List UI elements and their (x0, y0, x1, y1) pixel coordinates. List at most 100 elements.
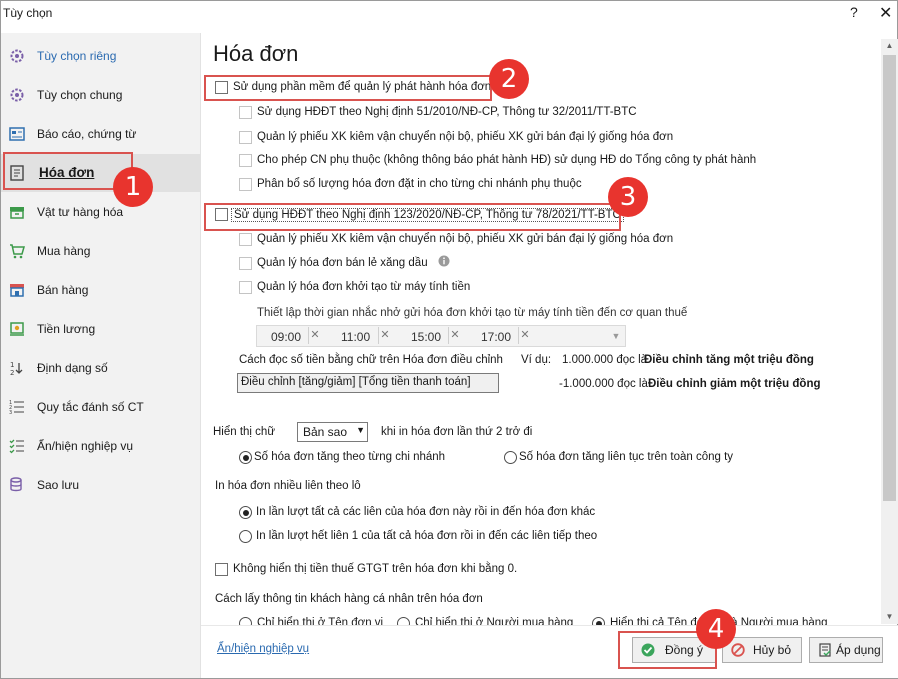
sidebar-item-label: Quy tắc đánh số CT (37, 400, 144, 414)
title-bar: Tùy chọn ? ✕ (1, 1, 898, 31)
customer-info-label: Cách lấy thông tin khách hàng cá nhân tr… (215, 593, 483, 605)
vertical-scrollbar[interactable]: ▲ ▼ (881, 39, 898, 624)
remove-time-icon[interactable]: ✕ (378, 327, 391, 344)
checklist-icon (9, 439, 24, 454)
read-amount-label: Cách đọc số tiền bằng chữ trên Hóa đơn đ… (239, 354, 503, 366)
print-option-1-label: In lần lượt tất cả các liên của hóa đơn … (256, 506, 596, 518)
sidebar-item-label: Ẩn/hiện nghiệp vụ (37, 439, 134, 453)
radio-print-option-1[interactable] (239, 506, 252, 519)
apply-doc-icon (819, 643, 831, 657)
time-tag: 09:00 (271, 330, 302, 344)
example-1-number: 1.000.000 đọc là (562, 354, 648, 366)
window-title: Tùy chọn (3, 6, 53, 20)
gear-icon (10, 49, 24, 63)
nd51-label: Sử dụng HĐĐT theo Nghị định 51/2010/NĐ-C… (257, 106, 637, 118)
radio-branch-label: Số hóa đơn tăng theo từng chi nhánh (254, 451, 446, 463)
sidebar-item-tuy-chon-rieng[interactable]: Tùy chọn riêng (1, 37, 201, 75)
reminder-times-box[interactable]: 09:00 ✕ 11:00 ✕ 15:00 ✕ 17:00 ✕ ▼ (256, 325, 626, 347)
list-number-icon: 123 (9, 400, 24, 415)
sidebar-item-an-hien-nghiep-vu[interactable]: Ẩn/hiện nghiệp vụ (1, 427, 201, 465)
remove-time-icon[interactable]: ✕ (448, 327, 461, 344)
sidebar-item-label: Tùy chọn chung (37, 88, 123, 102)
sidebar-item-vat-tu-hang-hoa[interactable]: Vật tư hàng hóa (1, 193, 201, 231)
apply-button[interactable]: Áp dụng (809, 637, 883, 663)
chevron-down-icon[interactable]: ▼ (608, 327, 624, 345)
scroll-down-icon[interactable]: ▼ (881, 610, 898, 624)
vat-hide-label: Không hiển thị tiền thuế GTGT trên hóa đ… (233, 563, 518, 575)
fuel-invoice-label: Quản lý hóa đơn bán lẻ xăng dầu (257, 257, 428, 269)
sidebar-item-tien-luong[interactable]: Tiền lương (1, 310, 201, 348)
radio-company-numbering[interactable] (504, 451, 517, 464)
radio-company-label: Số hóa đơn tăng liên tục trên toàn công … (519, 451, 734, 463)
svg-text:1: 1 (10, 361, 14, 369)
sidebar-item-label: Tùy chọn riêng (37, 49, 117, 63)
print-option-2-label: In lần lượt hết liên 1 của tất cả hóa đơ… (256, 530, 598, 542)
page-title: Hóa đơn (213, 41, 299, 66)
step-badge-2: 2 (489, 59, 529, 99)
svg-text:3: 3 (9, 410, 12, 415)
pos-invoice-label: Quản lý hóa đơn khởi tạo từ máy tính tiề… (257, 281, 471, 293)
chevron-down-icon: ▼ (356, 425, 365, 435)
sidebar-item-tuy-chon-chung[interactable]: Tùy chọn chung (1, 76, 201, 114)
sidebar-item-ban-hang[interactable]: Bán hàng (1, 271, 201, 309)
example-2-text: Điều chỉnh giảm một triệu đồng (648, 378, 821, 390)
sidebar-item-label: Bán hàng (37, 283, 89, 297)
sidebar-item-quy-tac-danh-so[interactable]: 123 Quy tắc đánh số CT (1, 388, 201, 426)
step-badge-1: 1 (113, 167, 153, 207)
example-2-number: -1.000.000 đọc là (559, 378, 648, 390)
allocate-checkbox[interactable] (239, 178, 252, 191)
scroll-thumb[interactable] (883, 55, 896, 501)
sidebar: Tùy chọn riêng Tùy chọn chung Báo cáo, c… (1, 33, 201, 678)
example-1-text: Điều chỉnh tăng một triệu đồng (644, 354, 814, 366)
highlight-software-option (204, 75, 492, 101)
branch-use-label: Cho phép CN phụ thuộc (không thông báo p… (257, 154, 757, 166)
radio-print-option-2[interactable] (239, 530, 252, 543)
xk-internal-label-2: Quản lý phiếu XK kiêm vận chuyển nội bộ,… (257, 233, 674, 245)
display-select-value: Bản sao (303, 425, 348, 439)
options-dialog: Tùy chọn ? ✕ Tùy chọn riêng Tùy chọn chu… (0, 0, 898, 679)
database-icon (10, 477, 22, 492)
help-button[interactable]: ? (850, 4, 858, 20)
sidebar-item-dinh-dang-so[interactable]: 12 Định dạng số (1, 349, 201, 387)
sidebar-item-bao-cao[interactable]: Báo cáo, chứng từ (1, 115, 201, 153)
pos-invoice-checkbox[interactable] (239, 281, 252, 294)
gear-icon (10, 88, 24, 102)
cancel-icon (731, 643, 745, 657)
allocate-label: Phân bổ số lượng hóa đơn đặt in cho từng… (257, 178, 582, 190)
svg-text:2: 2 (10, 369, 14, 376)
xk-internal-checkbox-2[interactable] (239, 233, 252, 246)
scroll-up-icon[interactable]: ▲ (881, 39, 898, 53)
time-tag: 11:00 (341, 330, 371, 344)
show-hide-operations-link[interactable]: Ẩn/hiện nghiệp vụ (217, 643, 309, 655)
display-select[interactable]: Bản sao ▼ (297, 422, 368, 442)
remove-time-icon[interactable]: ✕ (308, 327, 321, 344)
info-icon[interactable] (438, 255, 450, 267)
nd51-checkbox[interactable] (239, 106, 252, 119)
cancel-button[interactable]: Hủy bỏ (722, 637, 802, 663)
sidebar-item-mua-hang[interactable]: Mua hàng (1, 232, 201, 270)
sidebar-item-label: Mua hàng (37, 244, 91, 258)
cancel-button-label: Hủy bỏ (753, 643, 792, 657)
close-button[interactable]: ✕ (879, 3, 892, 23)
branch-use-checkbox[interactable] (239, 154, 252, 167)
fuel-invoice-checkbox[interactable] (239, 257, 252, 270)
xk-internal-checkbox-1[interactable] (239, 131, 252, 144)
remove-time-icon[interactable]: ✕ (518, 327, 531, 344)
salary-icon (10, 322, 24, 336)
radio-branch-numbering[interactable] (239, 451, 252, 464)
time-tag: 15:00 (411, 330, 442, 344)
step-badge-4: 4 (696, 609, 736, 649)
sidebar-item-label: Báo cáo, chứng từ (37, 127, 137, 141)
report-icon (9, 127, 25, 141)
cart-icon (10, 244, 25, 259)
sidebar-item-sao-luu[interactable]: Sao lưu (1, 466, 201, 504)
vat-hide-checkbox[interactable] (215, 563, 228, 576)
print-multi-label: In hóa đơn nhiều liên theo lô (215, 480, 361, 492)
step-badge-3: 3 (608, 177, 648, 217)
sidebar-item-label: Định dạng số (37, 361, 108, 375)
display-label: Hiển thị chữ (213, 426, 276, 438)
display-suffix: khi in hóa đơn lần thứ 2 trở đi (381, 426, 533, 438)
read-amount-field[interactable]: Điều chỉnh [tăng/giảm] [Tổng tiền thanh … (237, 373, 499, 393)
box-icon (10, 207, 24, 219)
number-format-icon: 12 (10, 361, 23, 376)
